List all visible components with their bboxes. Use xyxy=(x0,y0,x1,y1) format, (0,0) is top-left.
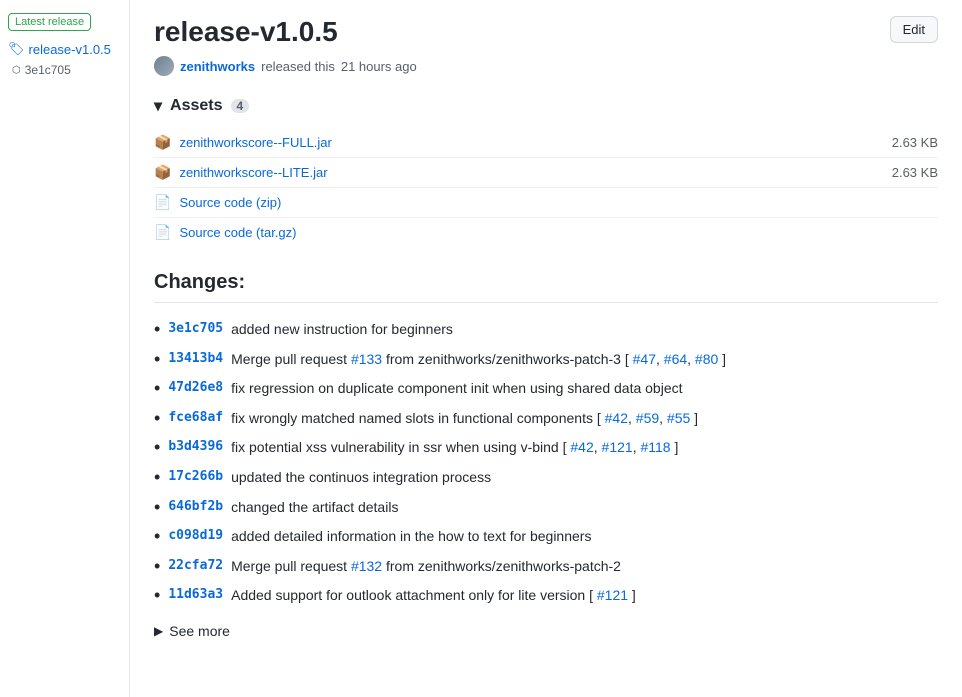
bullet: • xyxy=(154,349,160,371)
bullet: • xyxy=(154,319,160,341)
edit-button[interactable]: Edit xyxy=(890,16,938,43)
asset-item: 📄 Source code (zip) xyxy=(154,187,938,217)
assets-chevron: ▾ xyxy=(154,96,162,116)
commit-hash[interactable]: 3e1c705 xyxy=(168,319,223,339)
bullet: • xyxy=(154,467,160,489)
tag-icon: 🏷 xyxy=(8,41,25,57)
bullet: • xyxy=(154,408,160,430)
commit-hash[interactable]: 17c266b xyxy=(168,467,223,487)
commit-hash[interactable]: 646bf2b xyxy=(168,497,223,517)
asset-full-jar[interactable]: zenithworkscore--FULL.jar xyxy=(179,135,331,150)
assets-title: Assets xyxy=(170,97,222,115)
commit-text: added new instruction for beginners xyxy=(231,319,453,340)
commit-hash[interactable]: 11d63a3 xyxy=(168,585,223,605)
changes-section: Changes: • 3e1c705 added new instruction… xyxy=(154,271,938,639)
commit-text: Merge pull request #133 from zenithworks… xyxy=(231,349,726,370)
bullet: • xyxy=(154,497,160,519)
latest-release-badge: Latest release xyxy=(8,13,91,31)
avatar xyxy=(154,56,174,76)
jar-icon: 📦 xyxy=(154,134,171,151)
issue-link[interactable]: #55 xyxy=(667,410,690,426)
list-item: • 22cfa72 Merge pull request #132 from z… xyxy=(154,556,938,578)
list-item: • b3d4396 fix potential xss vulnerabilit… xyxy=(154,437,938,459)
author-action: released this xyxy=(261,59,335,74)
issue-link[interactable]: #80 xyxy=(695,351,718,367)
asset-source-zip[interactable]: Source code (zip) xyxy=(179,195,281,210)
commit-text: changed the artifact details xyxy=(231,497,398,518)
commit-text: fix potential xss vulnerability in ssr w… xyxy=(231,437,678,458)
list-item: • 646bf2b changed the artifact details xyxy=(154,497,938,519)
commit-text: Merge pull request #132 from zenithworks… xyxy=(231,556,621,577)
bullet: • xyxy=(154,437,160,459)
author-line: zenithworks released this 21 hours ago xyxy=(154,56,938,76)
commit-text: Added support for outlook attachment onl… xyxy=(231,585,636,606)
changes-title: Changes: xyxy=(154,271,938,303)
main-content: release-v1.0.5 Edit zenithworks released… xyxy=(130,0,962,697)
list-item: • 47d26e8 fix regression on duplicate co… xyxy=(154,378,938,400)
list-item: • 3e1c705 added new instruction for begi… xyxy=(154,319,938,341)
issue-link[interactable]: #42 xyxy=(570,439,593,455)
release-title: release-v1.0.5 xyxy=(154,16,338,48)
tar-icon: 📄 xyxy=(154,224,171,241)
asset-lite-jar[interactable]: zenithworkscore--LITE.jar xyxy=(179,165,327,180)
sidebar-commit: ⬡ 3e1c705 xyxy=(8,63,121,77)
zip-icon: 📄 xyxy=(154,194,171,211)
bullet: • xyxy=(154,526,160,548)
list-item: • 11d63a3 Added support for outlook atta… xyxy=(154,585,938,607)
sidebar-release-name[interactable]: 🏷 release-v1.0.5 xyxy=(8,41,121,57)
commit-hash[interactable]: 47d26e8 xyxy=(168,378,223,398)
commit-hash[interactable]: b3d4396 xyxy=(168,437,223,457)
asset-lite-jar-size: 2.63 KB xyxy=(892,165,938,180)
list-item: • 17c266b updated the continuos integrat… xyxy=(154,467,938,489)
commit-hash[interactable]: 13413b4 xyxy=(168,349,223,369)
commit-text: fix regression on duplicate component in… xyxy=(231,378,682,399)
jar-icon-2: 📦 xyxy=(154,164,171,181)
asset-item: 📦 zenithworkscore--FULL.jar 2.63 KB xyxy=(154,128,938,157)
issue-link[interactable]: #121 xyxy=(597,587,628,603)
assets-header[interactable]: ▾ Assets 4 xyxy=(154,96,938,116)
chevron-right-icon: ▶ xyxy=(154,624,163,638)
release-time: 21 hours ago xyxy=(341,59,417,74)
commit-hash[interactable]: c098d19 xyxy=(168,526,223,546)
commit-icon: ⬡ xyxy=(12,65,21,76)
commit-text: fix wrongly matched named slots in funct… xyxy=(231,408,698,429)
pr-link[interactable]: #132 xyxy=(351,558,382,574)
assets-list: 📦 zenithworkscore--FULL.jar 2.63 KB 📦 ze… xyxy=(154,128,938,247)
asset-item: 📄 Source code (tar.gz) xyxy=(154,217,938,247)
page-layout: Latest release 🏷 release-v1.0.5 ⬡ 3e1c70… xyxy=(0,0,962,697)
commit-hash[interactable]: 22cfa72 xyxy=(168,556,223,576)
bullet: • xyxy=(154,585,160,607)
changes-list: • 3e1c705 added new instruction for begi… xyxy=(154,319,938,607)
commit-hash[interactable]: fce68af xyxy=(168,408,223,428)
issue-link[interactable]: #118 xyxy=(640,439,670,455)
issue-link[interactable]: #59 xyxy=(636,410,659,426)
see-more-label: See more xyxy=(169,623,230,639)
issue-link[interactable]: #64 xyxy=(664,351,687,367)
issue-link[interactable]: #121 xyxy=(602,439,633,455)
see-more-button[interactable]: ▶ See more xyxy=(154,615,938,639)
commit-text: added detailed information in the how to… xyxy=(231,526,591,547)
asset-full-jar-size: 2.63 KB xyxy=(892,135,938,150)
pr-link[interactable]: #133 xyxy=(351,351,382,367)
sidebar: Latest release 🏷 release-v1.0.5 ⬡ 3e1c70… xyxy=(0,0,130,697)
list-item: • fce68af fix wrongly matched named slot… xyxy=(154,408,938,430)
assets-section: ▾ Assets 4 📦 zenithworkscore--FULL.jar 2… xyxy=(154,96,938,247)
asset-item: 📦 zenithworkscore--LITE.jar 2.63 KB xyxy=(154,157,938,187)
assets-count: 4 xyxy=(231,99,250,113)
issue-link[interactable]: #42 xyxy=(605,410,628,426)
issue-link[interactable]: #47 xyxy=(633,351,656,367)
release-header: release-v1.0.5 Edit xyxy=(154,16,938,48)
author-name[interactable]: zenithworks xyxy=(180,59,255,74)
asset-source-tar[interactable]: Source code (tar.gz) xyxy=(179,225,296,240)
bullet: • xyxy=(154,556,160,578)
list-item: • c098d19 added detailed information in … xyxy=(154,526,938,548)
list-item: • 13413b4 Merge pull request #133 from z… xyxy=(154,349,938,371)
commit-text: updated the continuos integration proces… xyxy=(231,467,491,488)
bullet: • xyxy=(154,378,160,400)
